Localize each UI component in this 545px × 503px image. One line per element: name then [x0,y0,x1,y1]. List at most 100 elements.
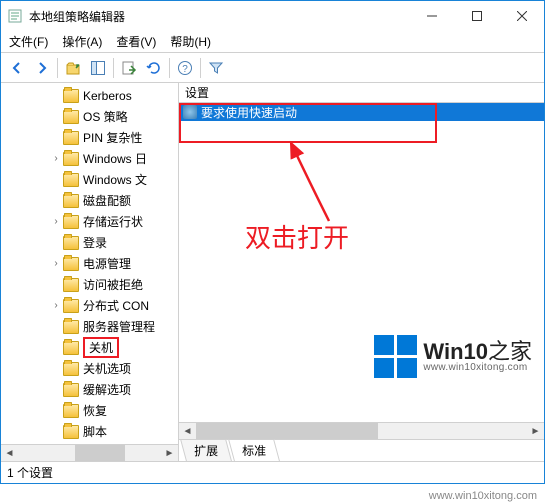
tree-item-label: 脚本 [83,423,107,440]
tree-item-label: 访问被拒绝 [83,276,143,293]
folder-icon [63,404,79,418]
column-header-label: 设置 [185,84,209,101]
tree-item[interactable]: 关机 [1,337,178,358]
expand-icon[interactable]: › [51,153,61,164]
list-item-label: 要求使用快速启动 [201,104,297,121]
policy-icon [183,105,197,119]
up-button[interactable] [61,56,85,80]
menu-action[interactable]: 操作(A) [62,33,102,50]
tree-item[interactable]: 访问被拒绝 [1,274,178,295]
folder-icon [63,425,79,439]
tree-item[interactable]: › 存储运行状 [1,211,178,232]
tree-item[interactable]: 脚本 [1,421,178,442]
folder-icon [63,131,79,145]
folder-icon [63,257,79,271]
main-area: Kerberos OS 策略PIN 复杂性 › Windows 日 Windows 文磁… [1,83,544,461]
scroll-right-icon[interactable]: ► [527,423,544,440]
refresh-button[interactable] [142,56,166,80]
folder-icon [63,173,79,187]
folder-icon [63,152,79,166]
tree-item[interactable]: 缓解选项 [1,379,178,400]
list-item[interactable]: 要求使用快速启动 [179,103,544,121]
folder-icon [63,299,79,313]
help-button[interactable]: ? [173,56,197,80]
content-hscroll[interactable]: ◄ ► [179,422,544,439]
annotation-text: 双击打开 [245,218,349,255]
tree-item-label: Windows 日 [83,150,147,167]
window-controls [409,1,544,31]
tree-view[interactable]: Kerberos OS 策略PIN 复杂性 › Windows 日 Windows 文磁… [1,83,178,461]
titlebar: 本地组策略编辑器 [1,1,544,31]
tree-item[interactable]: › 电源管理 [1,253,178,274]
tree-item[interactable]: 服务器管理程 [1,316,178,337]
tree-item-label: 关机选项 [83,360,131,377]
scroll-right-icon[interactable]: ► [161,445,178,462]
folder-icon [63,383,79,397]
watermark-url: www.win10xitong.com [423,363,532,373]
tree-item[interactable]: 关机选项 [1,358,178,379]
tree-item[interactable]: OS 策略 [1,106,178,127]
tree-item-label: 磁盘配额 [83,192,131,209]
expand-icon[interactable]: › [51,258,61,269]
folder-icon [63,341,79,355]
folder-icon [63,362,79,376]
watermark-brand-right: 之家 [488,339,532,364]
tree-item[interactable]: PIN 复杂性 [1,127,178,148]
annotation-arrow-icon [269,131,369,231]
column-header-setting[interactable]: 设置 [179,83,544,103]
minimize-button[interactable] [409,1,454,31]
tree-hscroll[interactable]: ◄ ► [1,444,178,461]
menu-file[interactable]: 文件(F) [9,33,48,50]
tree-item-label: Windows 文 [83,171,147,188]
app-icon [7,8,23,24]
watermark-brand-left: Win10 [423,339,488,364]
folder-icon [63,89,79,103]
menu-view[interactable]: 查看(V) [116,33,156,50]
toolbar: ? [1,53,544,83]
folder-icon [63,194,79,208]
tree-item-label: 分布式 CON [83,297,149,314]
tree-item[interactable]: 磁盘配额 [1,190,178,211]
tree-item-label: 缓解选项 [83,381,131,398]
tree-item[interactable]: › Windows 日 [1,148,178,169]
folder-icon [63,110,79,124]
window-title: 本地组策略编辑器 [29,8,409,25]
tree-item[interactable]: 登录 [1,232,178,253]
tree-item[interactable]: Kerberos [1,85,178,106]
scroll-left-icon[interactable]: ◄ [179,423,196,440]
tree-item-label: Kerberos [83,89,132,103]
folder-icon [63,215,79,229]
tree-item-label: 服务器管理程 [83,318,155,335]
app-window: 本地组策略编辑器 文件(F) 操作(A) 查看(V) 帮助(H) ? Kerbe… [0,0,545,484]
folder-icon [63,236,79,250]
back-button[interactable] [5,56,29,80]
tree-item-label: 登录 [83,234,107,251]
export-button[interactable] [117,56,141,80]
tree-panel: Kerberos OS 策略PIN 复杂性 › Windows 日 Windows 文磁… [1,83,179,461]
expand-icon[interactable]: › [51,300,61,311]
folder-icon [63,278,79,292]
content-panel: 设置 要求使用快速启动 双击打开 Win10之家 www.win10xitong… [179,83,544,461]
watermark: Win10之家 www.win10xitong.com [374,335,532,378]
scroll-left-icon[interactable]: ◄ [1,445,18,462]
forward-button[interactable] [30,56,54,80]
tree-item-label: 电源管理 [83,255,131,272]
tree-item-label: 存储运行状 [83,213,143,230]
tree-item[interactable]: 恢复 [1,400,178,421]
tree-item[interactable]: Windows 文 [1,169,178,190]
show-hide-tree-button[interactable] [86,56,110,80]
expand-icon[interactable]: › [51,216,61,227]
status-text: 1 个设置 [7,464,53,481]
menubar: 文件(F) 操作(A) 查看(V) 帮助(H) [1,31,544,53]
close-button[interactable] [499,1,544,31]
tab-standard[interactable]: 标准 [228,439,280,461]
tree-item[interactable]: › 分布式 CON [1,295,178,316]
maximize-button[interactable] [454,1,499,31]
settings-list[interactable]: 要求使用快速启动 双击打开 Win10之家 www.win10xitong.co… [179,103,544,422]
statusbar: 1 个设置 [1,461,544,483]
tree-item-label: 恢复 [83,402,107,419]
filter-button[interactable] [204,56,228,80]
tab-extended[interactable]: 扩展 [180,439,232,461]
menu-help[interactable]: 帮助(H) [170,33,211,50]
svg-text:?: ? [182,64,188,75]
